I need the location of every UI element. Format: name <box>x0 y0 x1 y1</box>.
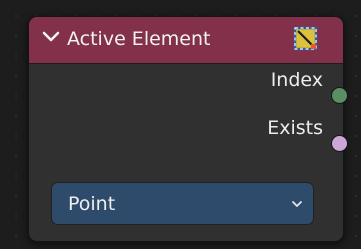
domain-dropdown-value: Point <box>68 193 116 215</box>
chevron-down-icon[interactable] <box>41 27 61 47</box>
domain-dropdown[interactable]: Point <box>51 182 314 225</box>
chevron-down-icon <box>292 201 302 207</box>
exists-output-socket[interactable] <box>331 135 348 152</box>
index-output-socket[interactable] <box>331 87 348 104</box>
node-title: Active Element <box>67 28 211 50</box>
selection-icon <box>293 26 318 51</box>
output-label-exists: Exists <box>267 117 323 139</box>
output-label-index: Index <box>270 69 323 91</box>
node-header[interactable]: Active Element <box>29 17 343 64</box>
